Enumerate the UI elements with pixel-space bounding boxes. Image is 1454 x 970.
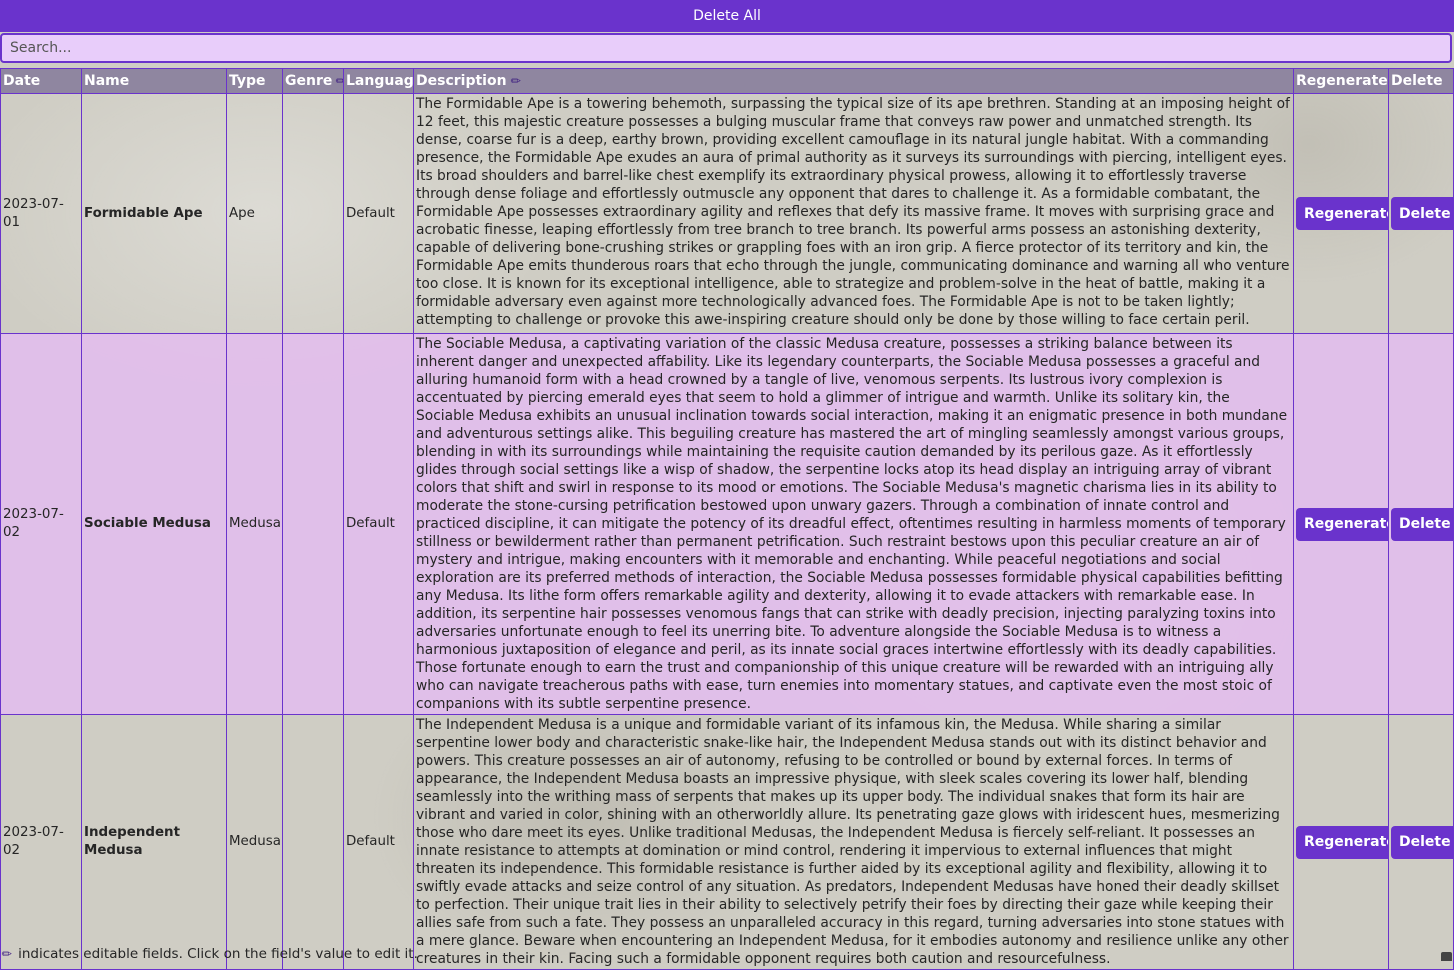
regenerate-cell: Regenerate: [1293, 714, 1389, 970]
description-cell[interactable]: The Independent Medusa is a unique and f…: [413, 714, 1294, 970]
name-cell: Formidable Ape: [81, 93, 227, 334]
editable-fields-note: ✎ indicates editable fields. Click on the…: [0, 945, 1454, 962]
genre-cell[interactable]: [282, 333, 344, 715]
column-header-date[interactable]: Date: [0, 68, 82, 94]
date-cell: 2023-07-01: [0, 93, 82, 334]
column-header-label: Description: [416, 73, 507, 89]
delete-button[interactable]: Delete: [1391, 507, 1453, 541]
type-cell: Ape: [226, 93, 283, 334]
type-cell: Medusa: [226, 333, 283, 715]
search-input[interactable]: [0, 33, 1452, 63]
language-cell: Default: [343, 714, 414, 970]
genre-cell[interactable]: [282, 714, 344, 970]
column-header-label: Date: [3, 73, 41, 89]
regenerate-button[interactable]: Regenerate: [1296, 197, 1388, 230]
editable-fields-note-text: indicates editable fields. Click on the …: [18, 946, 418, 962]
column-header-label: Delete: [1391, 73, 1443, 89]
description-cell[interactable]: The Formidable Ape is a towering behemot…: [413, 93, 1294, 334]
language-cell: Default: [343, 93, 414, 334]
delete-cell: Delete: [1388, 714, 1454, 970]
genre-cell[interactable]: [282, 93, 344, 334]
table-row: 2023-07-01 Formidable Ape Ape Default Th…: [0, 93, 1454, 334]
resize-handle-icon[interactable]: [1441, 952, 1452, 961]
regenerate-button[interactable]: Regenerate: [1296, 507, 1388, 541]
column-header-delete: Delete: [1388, 68, 1454, 94]
regenerate-cell: Regenerate: [1293, 93, 1389, 334]
column-header-label: Type: [229, 73, 266, 89]
column-header-description[interactable]: Description✎: [413, 68, 1294, 94]
creatures-table: Date Name Type Genre✎ Language Descripti…: [0, 68, 1454, 970]
type-cell: Medusa: [226, 714, 283, 970]
description-cell[interactable]: The Sociable Medusa, a captivating varia…: [413, 333, 1294, 715]
name-cell: Independent Medusa: [81, 714, 227, 970]
language-cell: Default: [343, 333, 414, 715]
column-header-type[interactable]: Type: [226, 68, 283, 94]
delete-cell: Delete: [1388, 93, 1454, 334]
column-header-regenerate: Regenerate: [1293, 68, 1389, 94]
column-header-language[interactable]: Language: [343, 68, 414, 94]
regenerate-cell: Regenerate: [1293, 333, 1389, 715]
delete-button[interactable]: Delete: [1391, 825, 1453, 859]
column-header-label: Name: [84, 73, 130, 89]
pencil-icon: ✎: [507, 72, 525, 90]
table-row: 2023-07-02 Independent Medusa Medusa Def…: [0, 714, 1454, 970]
column-header-genre[interactable]: Genre✎: [282, 68, 344, 94]
column-header-label: Regenerate: [1296, 73, 1388, 89]
delete-all-button[interactable]: Delete All: [0, 0, 1454, 32]
delete-cell: Delete: [1388, 333, 1454, 715]
date-cell: 2023-07-02: [0, 714, 82, 970]
column-header-label: Language: [346, 73, 414, 89]
table-row: 2023-07-02 Sociable Medusa Medusa Defaul…: [0, 333, 1454, 715]
table-header-row: Date Name Type Genre✎ Language Descripti…: [0, 68, 1454, 94]
delete-button[interactable]: Delete: [1391, 197, 1453, 230]
date-cell: 2023-07-02: [0, 333, 82, 715]
column-header-name[interactable]: Name: [81, 68, 227, 94]
column-header-label: Genre: [285, 73, 333, 89]
pencil-icon: ✎: [332, 72, 344, 90]
regenerate-button[interactable]: Regenerate: [1296, 825, 1388, 859]
name-cell: Sociable Medusa: [81, 333, 227, 715]
